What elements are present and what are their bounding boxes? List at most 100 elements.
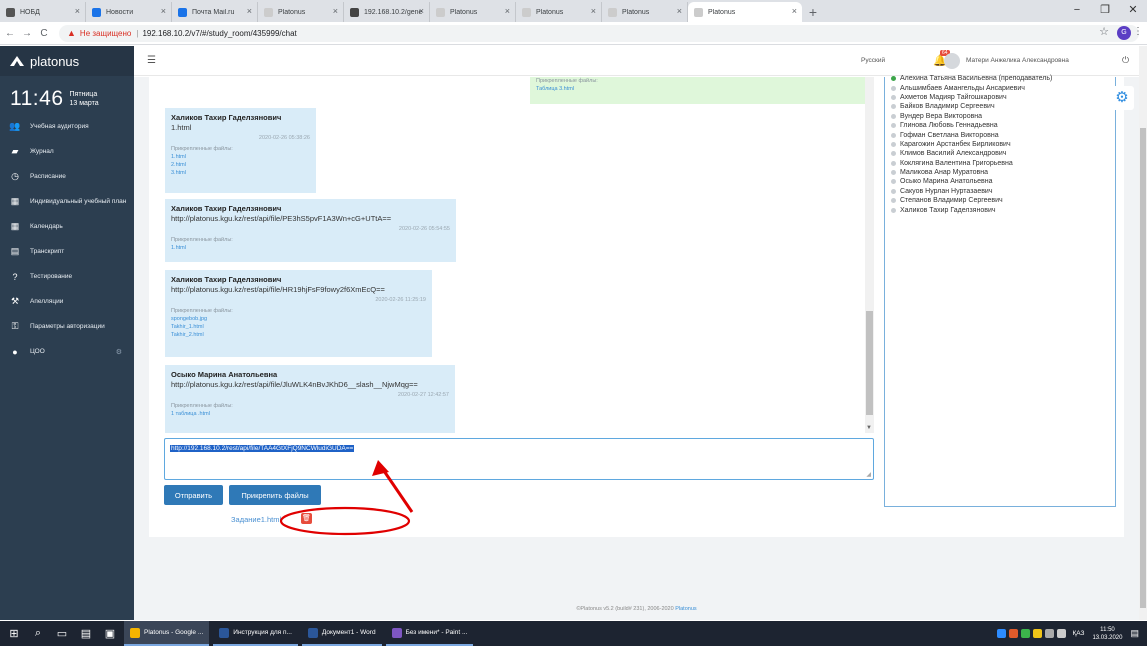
delete-attachment-icon[interactable]: 🗑: [301, 513, 312, 524]
page-scrollbar[interactable]: [1139, 46, 1147, 620]
sidebar-item-0[interactable]: 👥 Учебная аудитория: [0, 114, 134, 139]
scroll-down-arrow-icon[interactable]: ▼: [866, 425, 872, 431]
attached-file-link[interactable]: Задание1.html: [231, 515, 281, 524]
minimize-button[interactable]: −: [1063, 0, 1091, 22]
send-button[interactable]: Отправить: [164, 485, 223, 505]
tray-app-icon[interactable]: [997, 629, 1007, 638]
attachment-link[interactable]: Takhir_1.html: [171, 324, 426, 330]
url-field[interactable]: ▲ Не защищено | 192.168.10.2/v7/#/study_…: [59, 24, 1139, 42]
attachment-link[interactable]: 1.html: [171, 154, 310, 160]
store-icon[interactable]: ▣: [100, 627, 120, 640]
back-arrow-icon[interactable]: ←: [3, 28, 17, 39]
attachment-link[interactable]: 1.html: [171, 245, 450, 251]
sidebar-item-8[interactable]: ⚿ Параметры авторизации: [0, 314, 134, 339]
participant[interactable]: Алехина Татьяна Васильевна (преподавател…: [891, 74, 1109, 83]
taskbar-app[interactable]: Документ1 - Word: [301, 621, 382, 646]
sidebar-item-1[interactable]: ▰ Журнал: [0, 139, 134, 164]
close-window-button[interactable]: ✕: [1119, 0, 1147, 22]
tray-app-icon[interactable]: [1009, 629, 1019, 638]
tab-close-icon[interactable]: ×: [591, 6, 596, 16]
task-view-icon[interactable]: ▭: [52, 627, 72, 640]
sidebar-gear-icon[interactable]: ⚙: [116, 348, 122, 356]
browser-tab[interactable]: Platonus ×: [516, 2, 602, 22]
participant[interactable]: Климов Василий Александрович: [891, 149, 1109, 158]
participant[interactable]: Халиков Тахир Гаделзянович: [891, 205, 1109, 214]
tab-close-icon[interactable]: ×: [505, 6, 510, 16]
browser-tab[interactable]: НОБД ×: [0, 2, 86, 22]
sidebar-item-4[interactable]: ▦ Календарь: [0, 214, 134, 239]
profile-avatar[interactable]: G: [1117, 26, 1131, 40]
settings-gear-icon[interactable]: ⚙: [1110, 86, 1134, 110]
taskbar-app[interactable]: Инструкция для п...: [213, 621, 298, 646]
participant[interactable]: Байков Владимир Сергеевич: [891, 102, 1109, 111]
hamburger-menu-icon[interactable]: ☰: [147, 55, 156, 66]
tab-close-icon[interactable]: ×: [333, 6, 338, 16]
browser-menu-icon[interactable]: ⋮: [1133, 26, 1143, 37]
participant[interactable]: Сакуов Нурлан Нуртазаевич: [891, 187, 1109, 196]
attachment-link[interactable]: 1 таблица .html: [171, 411, 449, 417]
tab-close-icon[interactable]: ×: [75, 6, 80, 16]
browser-tab[interactable]: Platonus ×: [688, 2, 802, 22]
reload-icon[interactable]: C: [37, 28, 51, 39]
search-icon[interactable]: ⌕: [28, 627, 48, 640]
maximize-button[interactable]: ❐: [1091, 0, 1119, 22]
taskbar-app[interactable]: Без имени* - Paint ...: [385, 621, 474, 646]
participant[interactable]: Гофман Светлана Викторовна: [891, 130, 1109, 139]
attach-files-button[interactable]: Прикрепить файлы: [229, 485, 321, 505]
attachment-link[interactable]: Таблица 3.html: [536, 86, 860, 92]
participant[interactable]: Глинова Любовь Геннадьевна: [891, 121, 1109, 130]
notifications-center-icon[interactable]: ▤: [1130, 628, 1139, 639]
new-tab-button[interactable]: +: [802, 4, 824, 20]
page-scrollbar-thumb[interactable]: [1140, 128, 1146, 608]
bookmark-star-icon[interactable]: ☆: [1099, 25, 1109, 38]
participant[interactable]: Осыко Марина Анатольевна: [891, 177, 1109, 186]
logout-power-icon[interactable]: ⏻: [1122, 55, 1129, 66]
browser-tab[interactable]: Почта Mail.ru ×: [172, 2, 258, 22]
participant[interactable]: Ахметов Мадияр Тайгошкарович: [891, 93, 1109, 102]
keyboard-layout[interactable]: ҚАЗ: [1072, 630, 1084, 637]
tray-app-icon[interactable]: [1033, 629, 1043, 638]
tab-close-icon[interactable]: ×: [792, 6, 797, 16]
taskbar-clock[interactable]: 11:50 13.03.2020: [1092, 626, 1122, 642]
sidebar-item-3[interactable]: ▦ Индивидуальный учебный план: [0, 189, 134, 214]
tab-close-icon[interactable]: ×: [677, 6, 682, 16]
attachment-link[interactable]: 2.html: [171, 162, 310, 168]
tab-close-icon[interactable]: ×: [161, 6, 166, 16]
tab-close-icon[interactable]: ×: [419, 6, 424, 16]
attachment-link[interactable]: Takhir_2.html: [171, 332, 426, 338]
taskbar-app[interactable]: Platonus - Google ...: [124, 621, 210, 646]
sidebar-item-9[interactable]: ● ЦОО ⚙: [0, 339, 134, 364]
browser-tab[interactable]: Platonus ×: [602, 2, 688, 22]
participant[interactable]: Степанов Владимир Сергеевич: [891, 196, 1109, 205]
participant[interactable]: Карагожин Арстанбек Бирликович: [891, 140, 1109, 149]
sidebar-item-7[interactable]: ⚒ Апелляции: [0, 289, 134, 314]
resize-handle-icon[interactable]: ◢: [866, 471, 871, 478]
network-icon[interactable]: [1045, 629, 1055, 638]
chat-scrollbar[interactable]: ▼: [865, 77, 874, 433]
language-selector[interactable]: Русский: [861, 57, 885, 64]
attachment-link[interactable]: 3.html: [171, 170, 310, 176]
participant[interactable]: Альшимбаев Амангельды Ансариевич: [891, 83, 1109, 92]
chat-scrollbar-thumb[interactable]: [866, 311, 873, 415]
user-avatar[interactable]: [944, 53, 960, 69]
message-input[interactable]: http://192.168.10.2/rest/api/file/TAA4Gt…: [164, 438, 874, 480]
windows-start-icon[interactable]: ⊞: [4, 627, 24, 640]
brand[interactable]: platonus: [0, 46, 134, 76]
user-name[interactable]: Матери Анжелика Александровна: [966, 57, 1069, 64]
participant[interactable]: Маликова Анар Муратовна: [891, 168, 1109, 177]
browser-tab[interactable]: Platonus ×: [258, 2, 344, 22]
tab-close-icon[interactable]: ×: [247, 6, 252, 16]
tray-app-icon[interactable]: [1021, 629, 1031, 638]
attachment-link[interactable]: spongebob.jpg: [171, 316, 426, 322]
sidebar-item-6[interactable]: ? Тестирование: [0, 264, 134, 289]
browser-tab[interactable]: 192.168.10.2/generatr×: [344, 2, 430, 22]
participant[interactable]: Вундер Вера Викторовна: [891, 112, 1109, 121]
sidebar-item-5[interactable]: ▤ Транскрипт: [0, 239, 134, 264]
browser-tab[interactable]: Platonus ×: [430, 2, 516, 22]
file-explorer-icon[interactable]: ▤: [76, 627, 96, 640]
sidebar-item-2[interactable]: ◷ Расписание: [0, 164, 134, 189]
browser-tab[interactable]: Новости ×: [86, 2, 172, 22]
participant[interactable]: Коклягина Валентина Григорьевна: [891, 159, 1109, 168]
volume-icon[interactable]: [1057, 629, 1067, 638]
forward-arrow-icon[interactable]: →: [20, 28, 34, 39]
